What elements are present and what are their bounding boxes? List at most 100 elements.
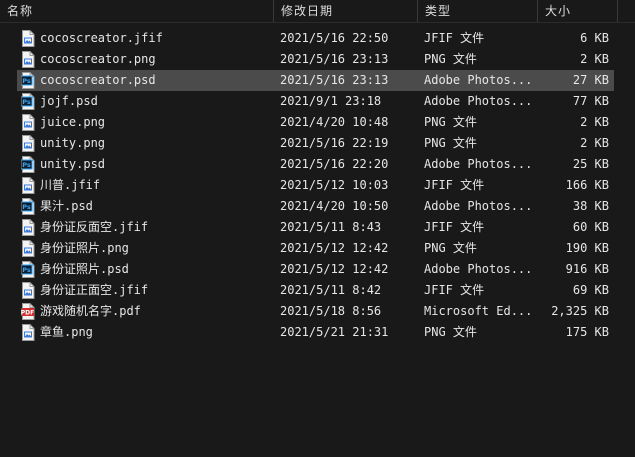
file-type: Microsoft Ed... — [424, 304, 533, 318]
file-modified-date: 2021/5/12 12:42 — [280, 241, 389, 255]
image-file-icon — [21, 114, 35, 131]
column-resize-handle[interactable] — [537, 0, 538, 22]
file-row[interactable]: Ps unity.psd 2021/5/16 22:20 Adobe Photos..… — [0, 154, 635, 175]
file-row[interactable]: Ps 果汁.psd 2021/4/20 10:50 Adobe Photos... 38… — [0, 196, 635, 217]
pdf-file-icon: PDF — [21, 303, 35, 320]
file-type: JFIF 文件 — [424, 178, 485, 192]
file-row[interactable]: Ps cocoscreator.psd 2021/5/16 23:13 Adobe P… — [0, 70, 635, 91]
file-name: cocoscreator.jfif — [40, 31, 163, 45]
file-type: Adobe Photos... — [424, 157, 533, 171]
file-size: 2,325 KB — [551, 304, 609, 318]
file-name: unity.psd — [40, 157, 106, 171]
file-modified-date: 2021/9/1 23:18 — [280, 94, 382, 108]
file-name: unity.png — [40, 136, 106, 150]
file-row[interactable]: 川普.jfif 2021/5/12 10:03 JFIF 文件 166 KB — [0, 175, 635, 196]
file-modified-date: 2021/4/20 10:50 — [280, 199, 389, 213]
image-file-icon — [21, 177, 35, 194]
file-size: 2 KB — [580, 52, 609, 66]
file-type: JFIF 文件 — [424, 283, 485, 297]
file-row[interactable]: unity.png 2021/5/16 22:19 PNG 文件 2 KB — [0, 133, 635, 154]
column-header-size[interactable]: 大小 — [545, 0, 571, 22]
photoshop-file-icon: Ps — [20, 72, 35, 89]
file-list: cocoscreator.jfif 2021/5/16 22:50 JFIF 文件 6… — [0, 28, 635, 343]
file-size: 69 KB — [572, 283, 609, 297]
file-type: PNG 文件 — [424, 115, 477, 129]
file-row[interactable]: juice.png 2021/4/20 10:48 PNG 文件 2 KB — [0, 112, 635, 133]
file-name: jojf.psd — [40, 94, 98, 108]
image-file-icon — [21, 51, 35, 68]
file-modified-date: 2021/4/20 10:48 — [280, 115, 389, 129]
image-file-icon — [21, 219, 35, 236]
column-resize-handle[interactable] — [273, 0, 274, 22]
file-row[interactable]: 章鱼.png 2021/5/21 21:31 PNG 文件 175 KB — [0, 322, 635, 343]
photoshop-file-icon: Ps — [20, 261, 35, 278]
file-modified-date: 2021/5/16 23:13 — [280, 73, 389, 87]
file-size: 190 KB — [565, 241, 609, 255]
file-type: PNG 文件 — [424, 325, 477, 339]
file-name: 游戏随机名字.pdf — [40, 304, 141, 318]
image-file-icon — [21, 324, 35, 341]
file-type: Adobe Photos... — [424, 94, 533, 108]
file-modified-date: 2021/5/12 12:42 — [280, 262, 389, 276]
file-name: 身份证照片.png — [40, 241, 129, 255]
image-file-icon — [21, 282, 35, 299]
file-modified-date: 2021/5/16 22:19 — [280, 136, 389, 150]
file-row[interactable]: cocoscreator.jfif 2021/5/16 22:50 JFIF 文件 6… — [0, 28, 635, 49]
file-row[interactable]: Ps jojf.psd 2021/9/1 23:18 Adobe Photos... 7… — [0, 91, 635, 112]
file-modified-date: 2021/5/16 23:13 — [280, 52, 389, 66]
file-size: 77 KB — [572, 94, 609, 108]
file-type: JFIF 文件 — [424, 31, 485, 45]
file-name: cocoscreator.png — [40, 52, 156, 66]
file-modified-date: 2021/5/16 22:50 — [280, 31, 389, 45]
file-size: 916 KB — [565, 262, 609, 276]
file-row[interactable]: cocoscreator.png 2021/5/16 23:13 PNG 文件 2 K… — [0, 49, 635, 70]
image-file-icon — [21, 135, 35, 152]
column-header-name[interactable]: 名称 — [7, 0, 33, 22]
file-modified-date: 2021/5/18 8:56 — [280, 304, 382, 318]
photoshop-file-icon: Ps — [20, 156, 35, 173]
file-name: 身份证正面空.jfif — [40, 283, 149, 297]
file-type: Adobe Photos... — [424, 199, 533, 213]
file-size: 38 KB — [572, 199, 609, 213]
file-name: juice.png — [40, 115, 106, 129]
photoshop-file-icon: Ps — [20, 93, 35, 110]
file-size: 27 KB — [572, 73, 609, 87]
file-modified-date: 2021/5/21 21:31 — [280, 325, 389, 339]
svg-text:Ps: Ps — [22, 266, 31, 274]
file-type: Adobe Photos... — [424, 262, 533, 276]
file-modified-date: 2021/5/11 8:43 — [280, 220, 382, 234]
file-row[interactable]: 身份证照片.png 2021/5/12 12:42 PNG 文件 190 KB — [0, 238, 635, 259]
svg-text:PDF: PDF — [21, 310, 34, 317]
column-resize-handle[interactable] — [417, 0, 418, 22]
file-size: 166 KB — [565, 178, 609, 192]
file-type: PNG 文件 — [424, 241, 477, 255]
file-type: PNG 文件 — [424, 52, 477, 66]
file-name: 川普.jfif — [40, 178, 101, 192]
file-modified-date: 2021/5/16 22:20 — [280, 157, 389, 171]
photoshop-file-icon: Ps — [20, 198, 35, 215]
file-name: cocoscreator.psd — [40, 73, 156, 87]
svg-text:Ps: Ps — [22, 161, 31, 169]
file-row[interactable]: 身份证正面空.jfif 2021/5/11 8:42 JFIF 文件 69 KB — [0, 280, 635, 301]
column-header: 名称 修改日期 类型 大小 — [0, 0, 635, 23]
file-type: JFIF 文件 — [424, 220, 485, 234]
file-row[interactable]: Ps 身份证照片.psd 2021/5/12 12:42 Adobe Photos..… — [0, 259, 635, 280]
file-modified-date: 2021/5/11 8:42 — [280, 283, 382, 297]
file-name: 身份证照片.psd — [40, 262, 129, 276]
file-size: 2 KB — [580, 115, 609, 129]
file-size: 6 KB — [580, 31, 609, 45]
file-row[interactable]: 身份证反面空.jfif 2021/5/11 8:43 JFIF 文件 60 KB — [0, 217, 635, 238]
file-modified-date: 2021/5/12 10:03 — [280, 178, 389, 192]
svg-text:Ps: Ps — [22, 77, 31, 85]
image-file-icon — [21, 30, 35, 47]
file-type: Adobe Photos... — [424, 73, 533, 87]
file-size: 25 KB — [572, 157, 609, 171]
file-size: 60 KB — [572, 220, 609, 234]
column-header-type[interactable]: 类型 — [425, 0, 451, 22]
column-resize-handle[interactable] — [617, 0, 618, 22]
column-header-date[interactable]: 修改日期 — [281, 0, 333, 22]
svg-text:Ps: Ps — [22, 98, 31, 106]
file-row[interactable]: PDF 游戏随机名字.pdf 2021/5/18 8:56 Microsoft Ed.… — [0, 301, 635, 322]
file-name: 身份证反面空.jfif — [40, 220, 149, 234]
svg-text:Ps: Ps — [22, 203, 31, 211]
